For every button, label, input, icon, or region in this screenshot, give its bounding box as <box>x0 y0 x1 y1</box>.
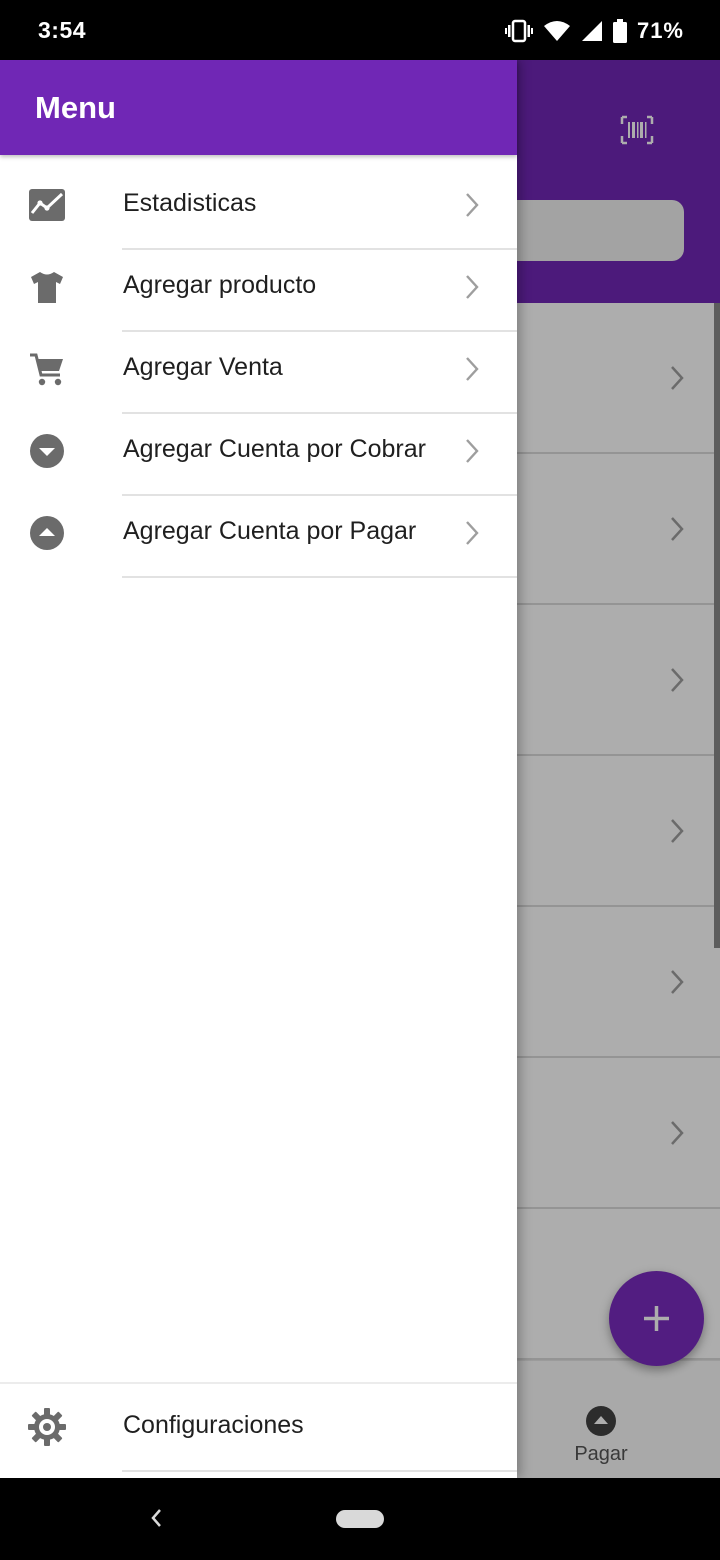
status-bar: 3:54 71% <box>0 0 720 60</box>
menu-item-label: Agregar Venta <box>123 353 283 381</box>
chevron-right-icon <box>466 193 479 217</box>
gear-icon <box>28 1408 66 1446</box>
divider <box>122 1470 517 1472</box>
signal-icon <box>581 21 602 41</box>
menu-item-label: Agregar Cuenta por Cobrar <box>123 435 426 463</box>
menu-item-label: Configuraciones <box>123 1411 304 1439</box>
arrow-down-circle-icon <box>30 434 64 468</box>
menu-item-agregar-producto[interactable]: Agregar producto <box>0 250 517 332</box>
battery-percentage: 71% <box>636 18 684 43</box>
system-navigation-bar <box>0 1478 720 1560</box>
menu-item-agregar-cuenta-por-pagar[interactable]: Agregar Cuenta por Pagar <box>0 496 517 578</box>
tshirt-icon <box>31 272 63 303</box>
chevron-right-icon <box>466 439 479 463</box>
cart-icon <box>30 353 63 386</box>
arrow-up-circle-icon <box>30 516 64 550</box>
menu-item-configuraciones[interactable]: Configuraciones <box>0 1390 517 1472</box>
status-icons: 71% <box>504 16 684 46</box>
menu-item-label: Agregar Cuenta por Pagar <box>123 517 417 545</box>
chevron-right-icon <box>466 521 479 545</box>
menu-item-label: Estadisticas <box>123 189 257 217</box>
navigation-drawer: Menu Estadisticas Agregar producto Agreg… <box>0 60 517 1478</box>
divider <box>122 576 517 578</box>
chevron-right-icon <box>466 275 479 299</box>
home-pill-button[interactable] <box>336 1510 384 1528</box>
chart-icon <box>29 189 65 221</box>
drawer-header: Menu <box>0 60 517 155</box>
menu-item-agregar-venta[interactable]: Agregar Venta <box>0 332 517 414</box>
drawer-footer-divider <box>0 1382 517 1384</box>
drawer-title: Menu <box>35 90 116 125</box>
chevron-right-icon <box>466 357 479 381</box>
battery-icon <box>612 19 627 43</box>
menu-item-label: Agregar producto <box>123 271 317 299</box>
back-icon[interactable] <box>146 1505 166 1531</box>
wifi-icon <box>543 21 570 41</box>
vibrate-icon <box>504 19 533 43</box>
menu-item-estadisticas[interactable]: Estadisticas <box>0 168 517 250</box>
status-time: 3:54 <box>38 17 87 43</box>
menu-item-agregar-cuenta-por-cobrar[interactable]: Agregar Cuenta por Cobrar <box>0 414 517 496</box>
